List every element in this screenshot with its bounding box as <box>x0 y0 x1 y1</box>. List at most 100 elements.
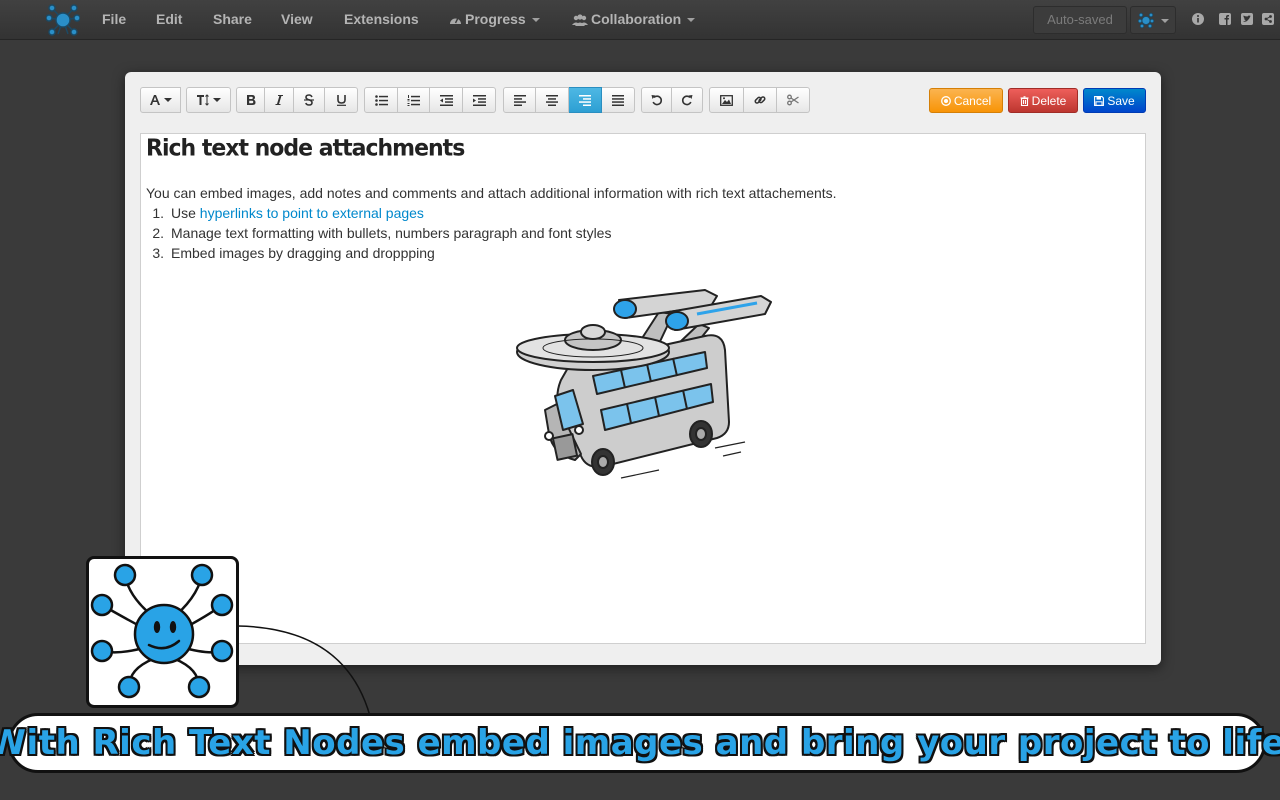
font-icon <box>150 95 160 105</box>
indent-icon <box>472 94 486 106</box>
align-right-icon <box>579 94 591 106</box>
menu-edit-label: Edit <box>156 11 183 27</box>
bold-icon <box>246 95 255 105</box>
redo-button[interactable] <box>672 87 703 113</box>
history-group <box>641 87 703 113</box>
underline-button[interactable] <box>325 87 358 113</box>
list-item-number: 3. <box>152 245 164 261</box>
document-intro: You can embed images, add notes and comm… <box>146 185 837 201</box>
menu-extensions[interactable]: Extensions <box>344 0 419 40</box>
menu-collaboration[interactable]: Collaboration <box>572 0 696 40</box>
align-center-icon <box>546 94 558 106</box>
floppy-disk-icon <box>1094 95 1105 106</box>
hyperlink[interactable]: hyperlinks to point to external pages <box>200 205 424 221</box>
italic-button[interactable] <box>265 87 294 113</box>
save-label: Save <box>1107 93 1135 108</box>
menu-view[interactable]: View <box>281 0 313 40</box>
users-icon <box>572 14 588 26</box>
outdent-icon <box>439 94 453 106</box>
numbered-list-icon <box>407 94 420 106</box>
text-style-group <box>236 87 358 113</box>
chevron-down-icon <box>531 18 540 23</box>
list-item-number: 2. <box>152 225 164 241</box>
document-title: Rich text node attachments <box>146 135 465 162</box>
cancel-button[interactable]: Cancel <box>929 88 1003 113</box>
menu-collaboration-label: Collaboration <box>591 11 682 27</box>
list-group <box>364 87 496 113</box>
chevron-down-icon <box>1161 19 1169 23</box>
menu-progress[interactable]: Progress <box>449 0 540 40</box>
chevron-down-icon <box>212 98 221 102</box>
settings-dropdown-button[interactable] <box>1130 6 1176 34</box>
undo-button[interactable] <box>641 87 672 113</box>
underline-icon <box>336 95 346 106</box>
menu-file-label: File <box>102 11 127 27</box>
dashboard-icon <box>450 17 461 24</box>
italic-icon <box>275 95 283 105</box>
share-icon[interactable] <box>1261 12 1275 26</box>
outdent-button[interactable] <box>430 87 463 113</box>
align-left-button[interactable] <box>503 87 536 113</box>
rich-text-editor-dialog: Cancel Delete Save Rich text node attach… <box>125 72 1161 665</box>
cancel-circle-icon <box>940 95 951 106</box>
link-button[interactable] <box>744 87 777 113</box>
menu-edit[interactable]: Edit <box>156 0 182 40</box>
align-center-button[interactable] <box>536 87 569 113</box>
save-button[interactable]: Save <box>1083 88 1146 113</box>
delete-label: Delete <box>1031 93 1067 108</box>
align-justify-icon <box>612 94 624 106</box>
octopus-mascot-icon <box>90 563 234 699</box>
menu-extensions-label: Extensions <box>344 11 419 27</box>
facebook-icon[interactable] <box>1218 12 1232 26</box>
list-item-text: Manage text formatting with bullets, num… <box>171 225 612 241</box>
indent-button[interactable] <box>463 87 496 113</box>
chevron-down-icon <box>164 98 172 102</box>
bullet-list-button[interactable] <box>364 87 398 113</box>
bold-button[interactable] <box>236 87 265 113</box>
cut-button[interactable] <box>777 87 810 113</box>
cut-icon <box>787 94 799 106</box>
menu-share[interactable]: Share <box>213 0 252 40</box>
list-item-text: Use <box>171 205 200 221</box>
align-right-button[interactable] <box>569 87 602 113</box>
link-icon <box>754 96 766 104</box>
cancel-label: Cancel <box>953 93 992 108</box>
list-item-text: Embed images by dragging and droppping <box>171 245 435 261</box>
menu-file[interactable]: File <box>102 0 126 40</box>
octopus-logo-icon[interactable] <box>46 3 80 37</box>
list-item-number: 1. <box>152 205 164 221</box>
menu-view-label: View <box>281 11 313 27</box>
info-icon[interactable] <box>1191 12 1205 26</box>
numbered-list-button[interactable] <box>398 87 430 113</box>
insert-image-icon <box>720 94 733 106</box>
trash-icon <box>1020 95 1029 106</box>
insert-group <box>709 87 810 113</box>
autosave-status: Auto-saved <box>1033 6 1127 34</box>
bullet-list-icon <box>374 94 388 106</box>
font-group <box>140 87 231 113</box>
list-item: 3. Embed images by dragging and droppping <box>146 245 611 265</box>
strikethrough-icon <box>304 94 314 106</box>
spaceship-bus-illustration[interactable] <box>509 284 779 484</box>
delete-button[interactable]: Delete <box>1008 88 1078 113</box>
mascot-card <box>86 556 239 708</box>
document-numbered-list: 1. Use hyperlinks to point to external pa… <box>146 205 611 265</box>
menu-share-label: Share <box>213 11 252 27</box>
font-size-button[interactable] <box>186 87 231 113</box>
menu-progress-label: Progress <box>465 11 526 27</box>
list-item: 1. Use hyperlinks to point to external pa… <box>146 205 611 225</box>
banner-headline: With Rich Text Nodes embed images and br… <box>0 723 1280 763</box>
align-justify-button[interactable] <box>602 87 635 113</box>
alignment-group <box>503 87 635 113</box>
text-height-icon <box>196 94 209 106</box>
top-menu-bar: File Edit Share View Extensions Progress… <box>0 0 1280 40</box>
align-left-icon <box>513 94 526 106</box>
twitter-icon[interactable] <box>1240 12 1254 26</box>
font-family-button[interactable] <box>140 87 181 113</box>
redo-icon <box>681 95 693 106</box>
octopus-settings-icon <box>1138 12 1154 28</box>
list-item: 2. Manage text formatting with bullets, n… <box>146 225 611 245</box>
rich-text-content-area[interactable]: Rich text node attachments You can embed… <box>140 133 1146 644</box>
strikethrough-button[interactable] <box>294 87 325 113</box>
insert-image-button[interactable] <box>709 87 744 113</box>
